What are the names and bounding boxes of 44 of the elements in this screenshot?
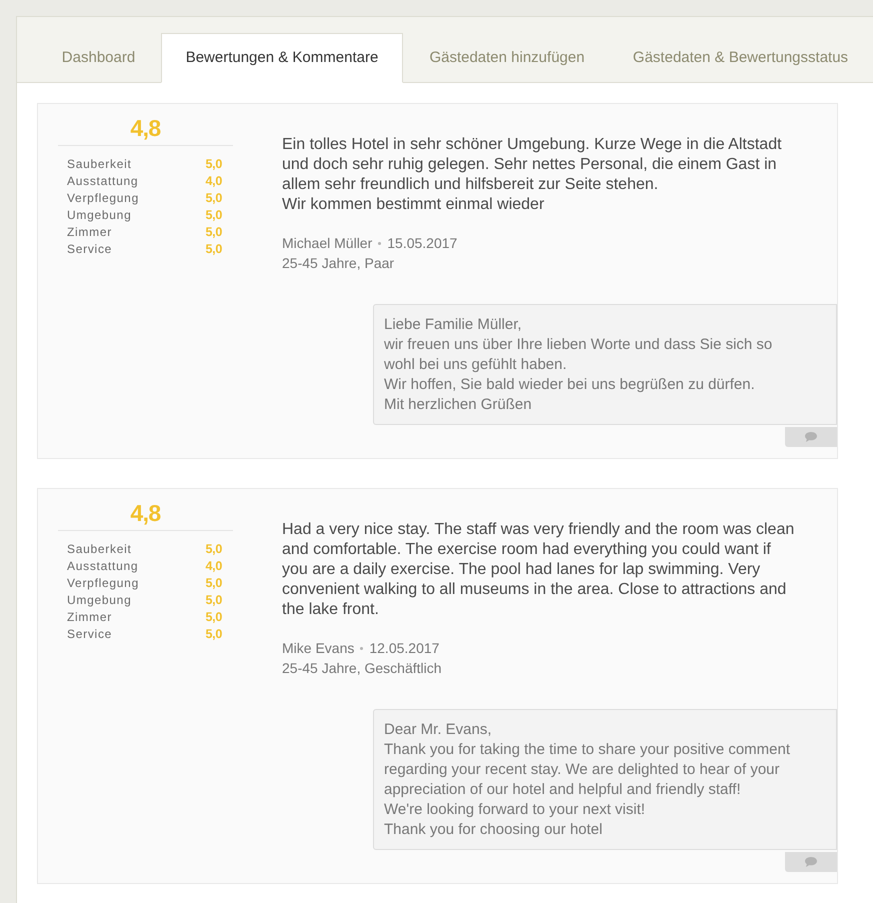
review-text: Had a very nice stay. The staff was very friendly and the room was clean and comfortable. The exercise room had everything you could want if you are a daily exercise. The pool had lanes for lap swimming. Very convenient walking to all museums in the area. Close to attractions and the lake front. <box>282 520 796 620</box>
rating-label: Ausstattung <box>67 173 138 190</box>
rating-label: Umgebung <box>67 207 132 224</box>
speech-bubble-icon <box>805 857 817 867</box>
rating-value: 5,0 <box>206 626 222 643</box>
rating-label: Verpflegung <box>67 575 139 592</box>
review-date: 12.05.2017 <box>369 639 440 658</box>
rating-label: Service <box>67 241 112 258</box>
author-name: Michael Müller <box>282 234 372 253</box>
author-name: Mike Evans <box>282 639 354 658</box>
rating-value: 5,0 <box>206 592 222 609</box>
tab[interactable]: Bewertungen & Kommentare <box>161 33 403 83</box>
review-date: 15.05.2017 <box>387 234 458 253</box>
tab[interactable]: Gästedaten hinzufügen <box>403 33 611 83</box>
rating-value: 5,0 <box>206 207 222 224</box>
rating-value: 4,0 <box>206 173 222 190</box>
rating-label: Ausstattung <box>67 558 138 575</box>
overall-score: 4,8 <box>129 500 162 526</box>
guest-info: 25-45 Jahre, Paar <box>282 254 394 273</box>
rating-value: 5,0 <box>206 541 222 558</box>
rating-value: 5,0 <box>206 241 222 258</box>
rating-value: 5,0 <box>206 190 222 207</box>
rating-label: Zimmer <box>67 224 112 241</box>
rating-value: 5,0 <box>206 575 222 592</box>
rating-label: Service <box>67 626 112 643</box>
rating-value: 5,0 <box>206 224 222 241</box>
tab[interactable]: Gästedaten & Bewertungsstatus <box>611 33 870 83</box>
hotel-reply: Liebe Familie Müller, wir freuen uns über Ihre lieben Worte und dass Sie sich so wohl bei uns gefühlt haben. Wir hoffen, Sie bald wieder bei uns begrüßen zu dürfen. Mit herzlichen Grüßen <box>373 304 837 425</box>
rating-value: 5,0 <box>206 156 222 173</box>
overall-score: 4,8 <box>129 115 162 141</box>
rating-label: Umgebung <box>67 592 132 609</box>
review-text: Ein tolles Hotel in sehr schöner Umgebung. Kurze Wege in die Altstadt und doch sehr ruhig gelegen. Sehr nettes Personal, die einem Gast in allem sehr freundlich und hilfsbereit zur Seite stehen. Wir kommen bestimmt einmal wieder <box>282 135 783 215</box>
hotel-reply: Dear Mr. Evans, Thank you for taking the time to share your positive comment regarding your recent stay. We are delighted to hear of your appreciation of our hotel and helpful and friendly staff! We're looking forward to your next visit! Thank you for choosing our hotel <box>373 709 837 850</box>
rating-label: Verpflegung <box>67 190 139 207</box>
reply-button[interactable] <box>785 427 837 447</box>
speech-bubble-icon <box>805 432 817 442</box>
rating-label: Zimmer <box>67 609 112 626</box>
rating-label: Sauberkeit <box>67 541 132 558</box>
guest-info: 25-45 Jahre, Geschäftlich <box>282 659 442 678</box>
tab[interactable]: Dashboard <box>36 33 161 83</box>
rating-value: 5,0 <box>206 609 222 626</box>
reply-button[interactable] <box>785 852 837 872</box>
rating-value: 4,0 <box>206 558 222 575</box>
rating-label: Sauberkeit <box>67 156 132 173</box>
